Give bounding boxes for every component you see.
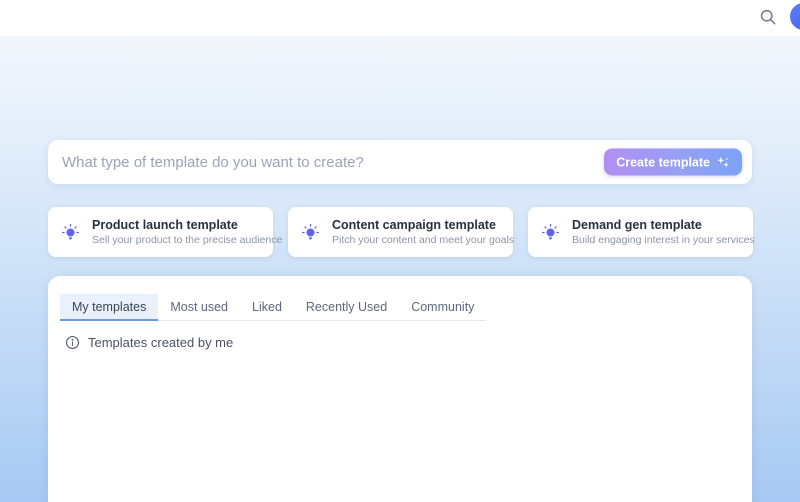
lightbulb-icon — [540, 222, 561, 243]
tab-recently-used[interactable]: Recently Used — [294, 294, 399, 321]
tab-my-templates[interactable]: My templates — [60, 294, 158, 321]
lightbulb-icon — [300, 222, 321, 243]
card-demand-gen[interactable]: Demand gen template Build engaging inter… — [528, 207, 753, 257]
template-prompt-bar: Create template — [48, 140, 752, 184]
create-template-label: Create template — [616, 155, 710, 169]
card-content-campaign[interactable]: Content campaign template Pitch your con… — [288, 207, 513, 257]
card-product-launch[interactable]: Product launch template Sell your produc… — [48, 207, 273, 257]
empty-state-row: Templates created by me — [65, 335, 752, 350]
card-subtitle: Pitch your content and meet your goals — [332, 234, 501, 246]
card-title: Product launch template — [92, 218, 261, 232]
card-subtitle: Build engaging interest in your services — [572, 234, 741, 246]
avatar[interactable] — [790, 3, 800, 30]
templates-tab-bar: My templates Most used Liked Recently Us… — [60, 294, 486, 321]
card-text: Product launch template Sell your produc… — [92, 218, 261, 246]
empty-state-message: Templates created by me — [88, 335, 233, 350]
tab-liked[interactable]: Liked — [240, 294, 294, 321]
create-template-button[interactable]: Create template — [604, 149, 742, 176]
tab-community[interactable]: Community — [399, 294, 486, 321]
card-subtitle: Sell your product to the precise audienc… — [92, 234, 261, 246]
card-text: Demand gen template Build engaging inter… — [572, 218, 741, 246]
card-title: Demand gen template — [572, 218, 741, 232]
sparkles-icon — [716, 155, 730, 169]
template-creator-page: Create template — [0, 0, 800, 502]
page-background: Create template — [0, 36, 800, 502]
lightbulb-icon — [60, 222, 81, 243]
tab-most-used[interactable]: Most used — [158, 294, 240, 321]
top-bar — [0, 0, 800, 36]
card-title: Content campaign template — [332, 218, 501, 232]
info-icon — [65, 335, 80, 350]
search-icon[interactable] — [758, 7, 778, 27]
card-text: Content campaign template Pitch your con… — [332, 218, 501, 246]
templates-panel: My templates Most used Liked Recently Us… — [48, 276, 752, 502]
suggestion-cards-row: Product launch template Sell your produc… — [48, 207, 752, 257]
